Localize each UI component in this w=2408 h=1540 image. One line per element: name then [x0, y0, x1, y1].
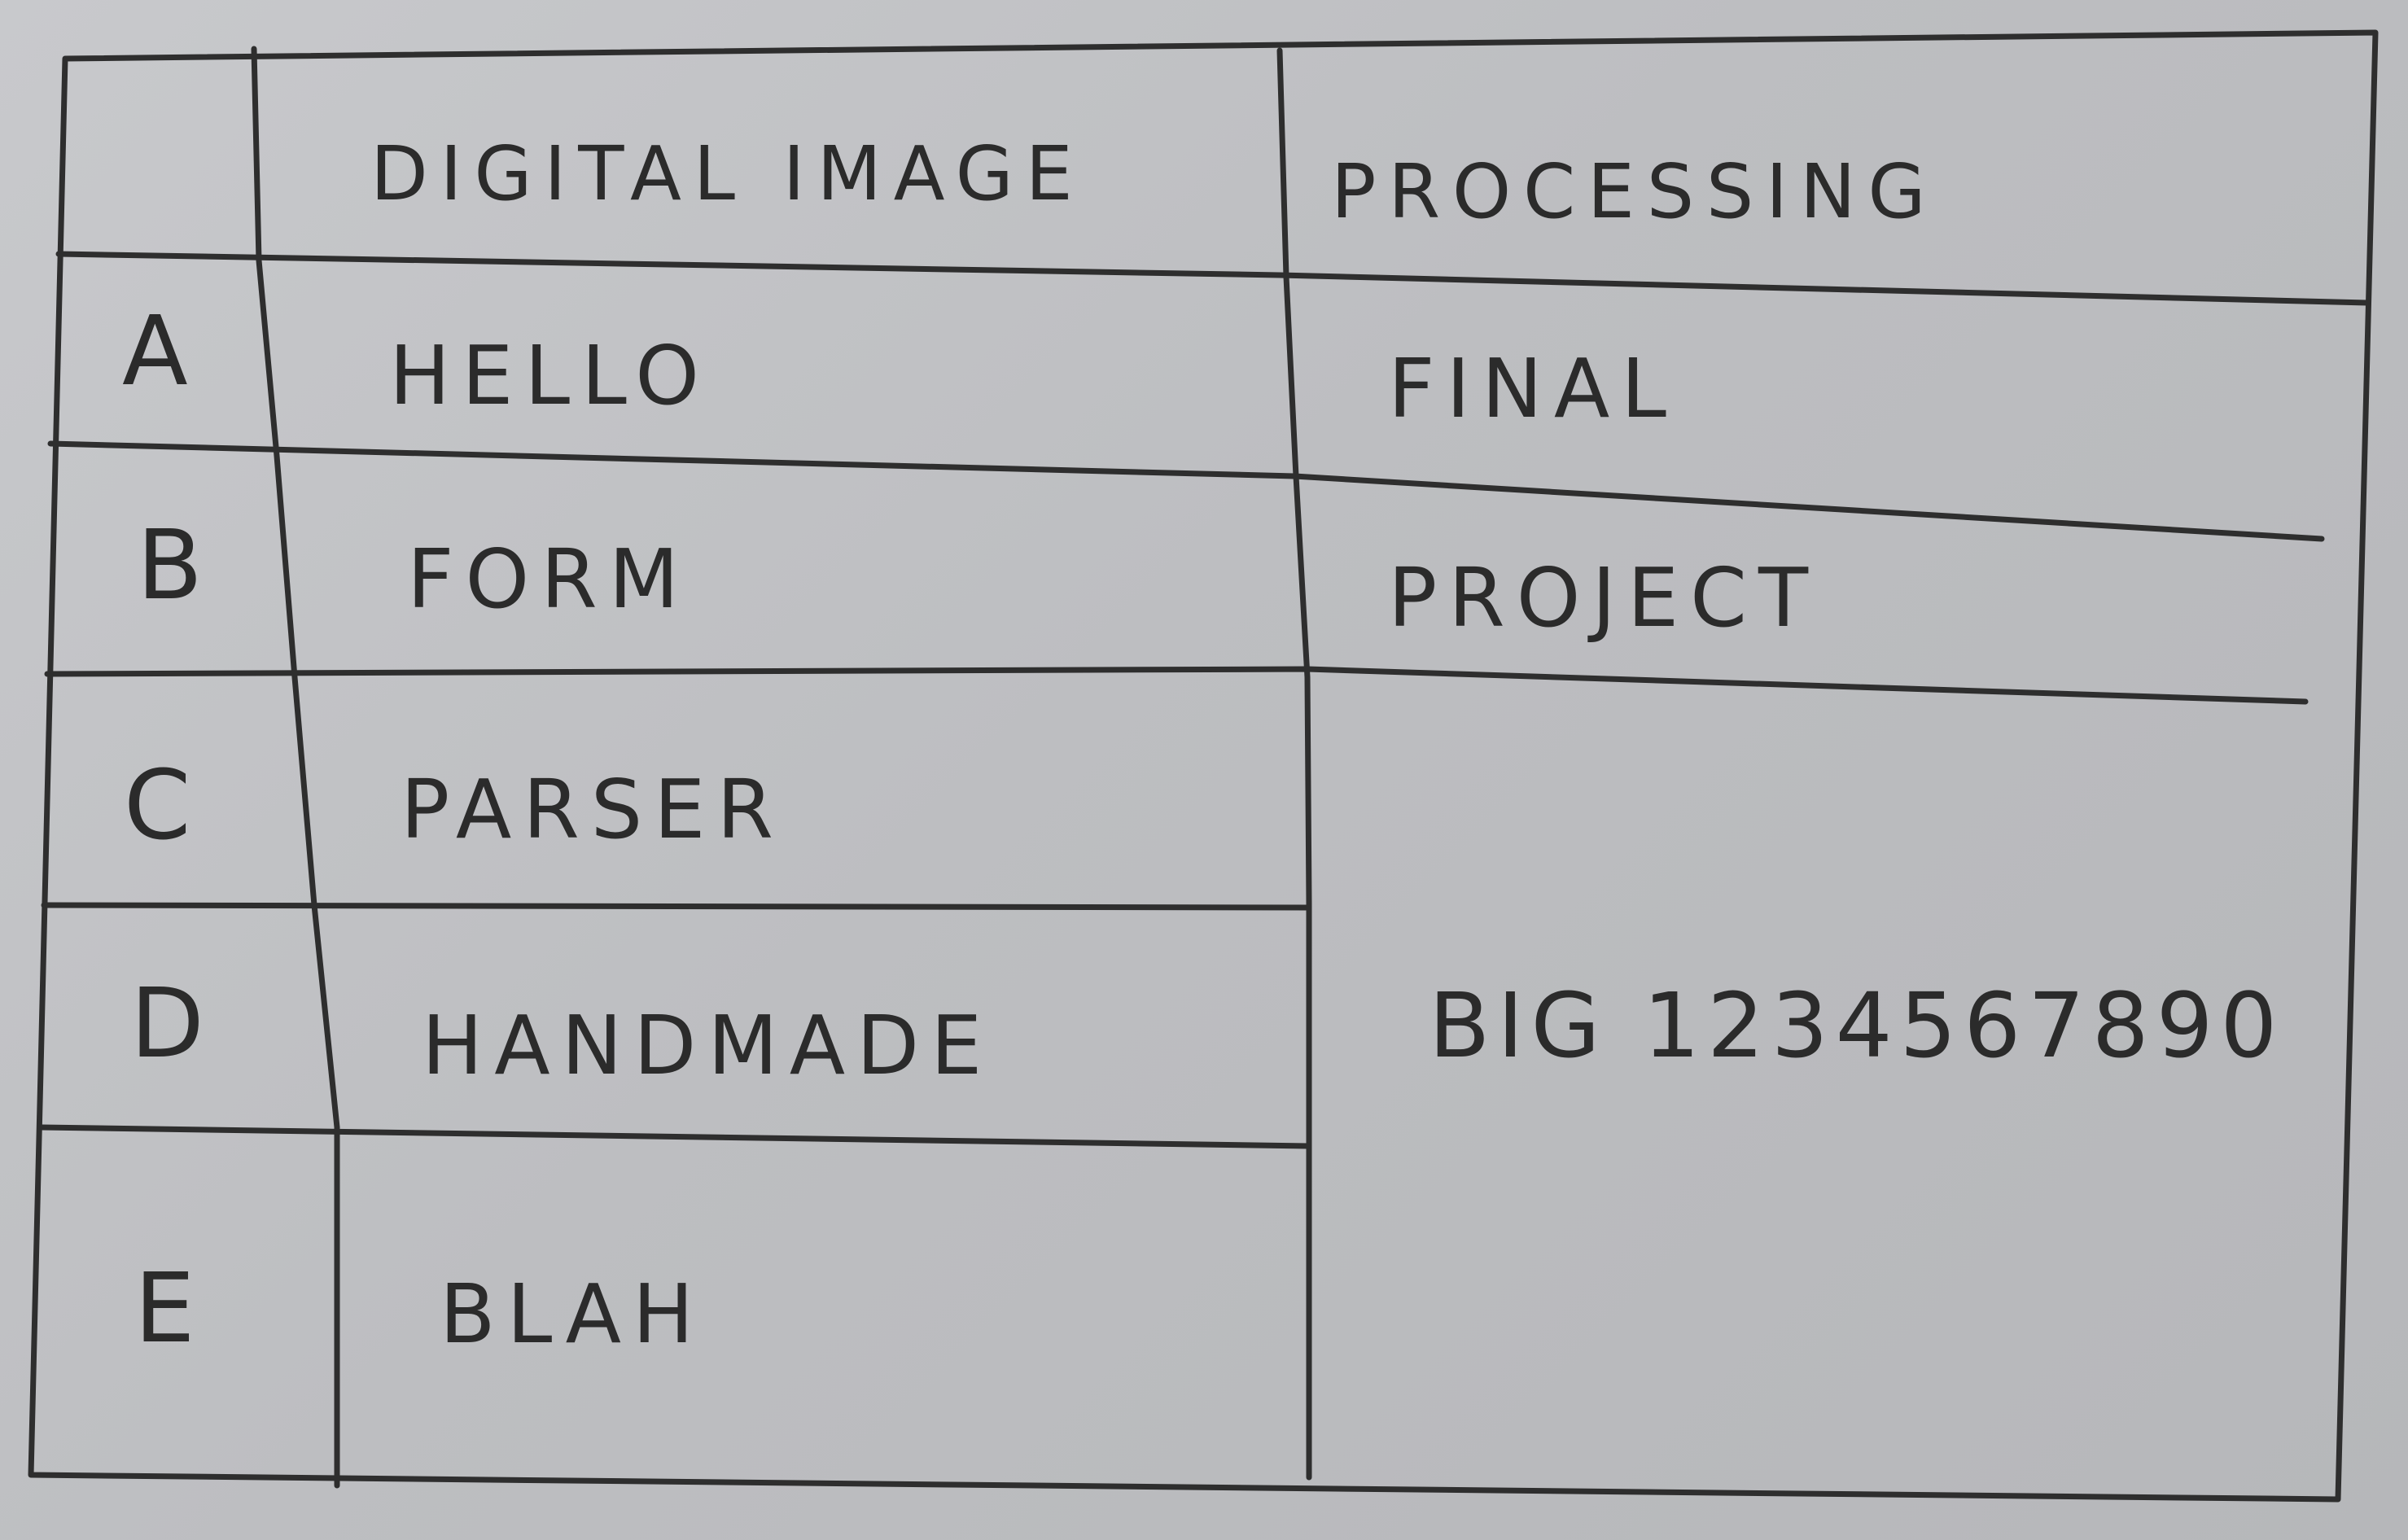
- cell-a-col1: HELLO: [389, 328, 711, 423]
- cell-a-col2: FINAL: [1388, 341, 1678, 436]
- row-b-divider: [44, 666, 2309, 705]
- cell-d-col1: HANDMADE: [422, 998, 994, 1093]
- row-a-divider: [47, 440, 2325, 542]
- merged-cell-big: BIG 1234567890: [1429, 973, 2285, 1078]
- cell-b-col1: FORM: [407, 532, 690, 627]
- row-label-c: C: [124, 749, 191, 861]
- row-label-b: B: [137, 509, 203, 621]
- row-label-a: A: [122, 295, 188, 407]
- header-processing: PROCESSING: [1331, 148, 1938, 235]
- row-d-divider: [37, 1124, 1312, 1149]
- cell-e-col1: BLAH: [440, 1267, 706, 1362]
- table-border: [28, 29, 2379, 1503]
- header-digital-image: DIGITAL IMAGE: [370, 130, 1085, 217]
- row-label-d: D: [130, 967, 204, 1079]
- cell-c-col1: PARSER: [401, 762, 785, 857]
- hand-drawn-table-grid: [28, 29, 2379, 1503]
- middle-column-divider: [1276, 47, 1312, 1481]
- label-column-divider: [251, 46, 340, 1489]
- cell-b-col2: PROJECT: [1388, 550, 1820, 645]
- row-label-e: E: [134, 1252, 195, 1364]
- header-row-divider: [55, 251, 2371, 306]
- row-c-divider: [41, 902, 1312, 911]
